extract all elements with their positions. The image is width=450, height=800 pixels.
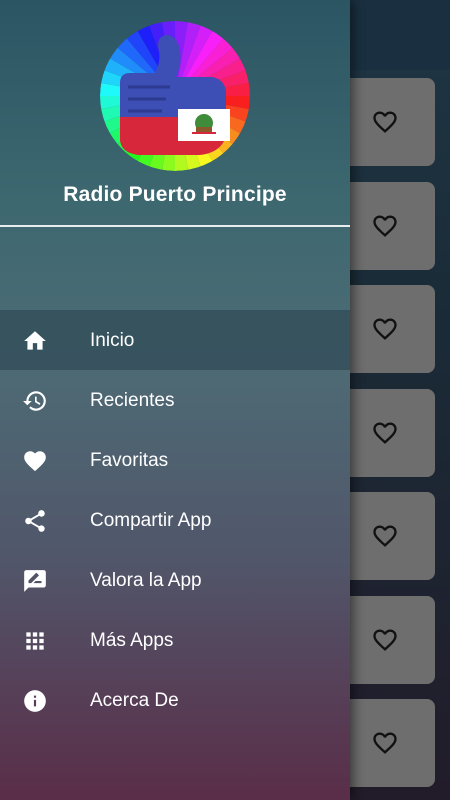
heart-outline-icon[interactable] — [371, 419, 399, 447]
heart-outline-icon[interactable] — [371, 522, 399, 550]
heart-outline-icon[interactable] — [371, 212, 399, 240]
info-icon — [22, 688, 48, 714]
menu-item-label: Acerca De — [90, 690, 179, 711]
menu-item-label: Compartir App — [90, 510, 212, 531]
app-logo-image — [100, 21, 250, 171]
menu-item-valora-la-app[interactable]: Valora la App — [0, 550, 350, 610]
history-icon — [22, 388, 48, 414]
heart-outline-icon[interactable] — [371, 108, 399, 136]
menu-item-mas-apps[interactable]: Más Apps — [0, 610, 350, 670]
home-icon — [22, 328, 48, 354]
navigation-drawer: Radio Puerto Principe Inicio Recientes F… — [0, 0, 350, 800]
heart-outline-icon[interactable] — [371, 626, 399, 654]
menu-item-favoritas[interactable]: Favoritas — [0, 430, 350, 490]
menu-item-label: Más Apps — [90, 630, 174, 651]
menu-item-recientes[interactable]: Recientes — [0, 370, 350, 430]
menu-item-acerca-de[interactable]: Acerca De — [0, 670, 350, 730]
drawer-menu: Inicio Recientes Favoritas Compartir App… — [0, 310, 350, 730]
app-title: Radio Puerto Principe — [63, 183, 287, 206]
heart-outline-icon[interactable] — [371, 315, 399, 343]
rate-review-icon — [22, 568, 48, 594]
heart-icon — [22, 448, 48, 474]
share-icon — [22, 508, 48, 534]
app-logo — [100, 21, 250, 171]
menu-item-label: Recientes — [90, 390, 175, 411]
apps-grid-icon — [22, 628, 48, 654]
heart-outline-icon[interactable] — [371, 729, 399, 757]
menu-item-label: Favoritas — [90, 450, 169, 471]
header-divider — [0, 225, 350, 227]
menu-item-compartir-app[interactable]: Compartir App — [0, 490, 350, 550]
menu-item-inicio[interactable]: Inicio — [0, 310, 350, 370]
menu-item-label: Valora la App — [90, 570, 202, 591]
menu-item-label: Inicio — [90, 330, 135, 351]
drawer-header: Radio Puerto Principe — [0, 0, 350, 227]
